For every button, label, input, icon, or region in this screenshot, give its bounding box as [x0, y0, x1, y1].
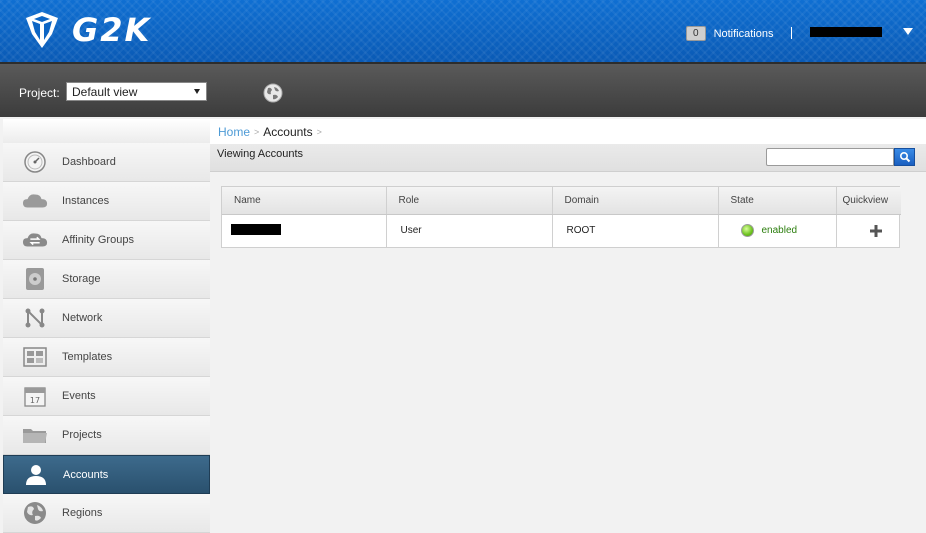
sidebar-item-instances[interactable]: Instances — [3, 182, 210, 221]
sidebar-item-dashboard[interactable]: Dashboard — [3, 143, 210, 182]
breadcrumb-separator-icon: > — [316, 126, 322, 137]
user-icon — [23, 462, 49, 488]
sidebar-item-projects[interactable]: Projects — [3, 416, 210, 455]
breadcrumb-home-link[interactable]: Home — [218, 125, 250, 139]
cell-quickview[interactable] — [836, 214, 901, 247]
search-icon — [899, 151, 910, 163]
globe-icon[interactable] — [263, 83, 283, 103]
breadcrumb-separator-icon: > — [254, 126, 260, 137]
sidebar-item-templates[interactable]: Templates — [3, 338, 210, 377]
project-select-value: Default view — [72, 85, 138, 99]
cell-name[interactable] — [222, 214, 387, 247]
notifications[interactable]: 0 Notifications — [686, 26, 773, 41]
sidebar-item-events[interactable]: 17 Events — [3, 377, 210, 416]
select-arrow-icon — [194, 89, 200, 94]
sidebar-item-label: Affinity Groups — [62, 234, 134, 246]
calendar-day: 17 — [30, 396, 40, 405]
breadcrumb-current[interactable]: Accounts — [263, 125, 312, 139]
table-header-row: Name Role Domain State Quickview — [222, 187, 901, 215]
cell-role: User — [386, 214, 553, 247]
cell-state: enabled — [718, 214, 837, 247]
quickview-button[interactable] — [851, 215, 902, 248]
search-button[interactable] — [894, 148, 915, 166]
sidebar-top — [3, 119, 210, 143]
page-title: Viewing Accounts — [217, 148, 304, 160]
sidebar-item-accounts[interactable]: Accounts — [3, 455, 210, 494]
user-menu-caret-icon[interactable] — [903, 28, 913, 35]
sidebar-item-label: Accounts — [63, 468, 109, 481]
column-header-quickview: Quickview — [836, 187, 901, 215]
sidebar-item-regions[interactable]: Regions — [3, 494, 210, 533]
top-header: G2K 0 Notifications — [0, 0, 926, 62]
plus-icon — [869, 224, 882, 237]
logo[interactable]: G2K — [22, 10, 151, 50]
user-name-redacted[interactable] — [810, 27, 882, 37]
sidebar-item-label: Events — [62, 390, 96, 402]
sidebar-item-label: Regions — [62, 507, 103, 519]
column-header-state[interactable]: State — [718, 187, 837, 215]
column-header-domain[interactable]: Domain — [552, 187, 719, 215]
status-enabled-icon — [740, 224, 754, 238]
main-content: Home > Accounts > Viewing Accounts Name … — [210, 119, 926, 533]
toolbar: Viewing Accounts — [210, 144, 926, 172]
network-icon — [22, 305, 48, 331]
calendar-icon: 17 — [22, 383, 48, 409]
sidebar-item-label: Storage — [62, 273, 101, 285]
dashboard-icon — [22, 149, 48, 175]
sidebar: Dashboard Instances Affinity Groups Stor… — [3, 119, 210, 533]
sidebar-item-label: Network — [62, 312, 103, 324]
project-bar: Project: Default view — [0, 62, 926, 117]
logo-mark-icon — [26, 12, 58, 48]
search-input[interactable] — [766, 148, 894, 166]
breadcrumb: Home > Accounts > — [210, 119, 926, 144]
disk-icon — [22, 266, 48, 292]
notifications-label: Notifications — [713, 27, 774, 40]
header-separator — [791, 27, 792, 39]
project-label: Project: — [19, 86, 60, 100]
project-select[interactable]: Default view — [66, 82, 207, 101]
sidebar-item-label: Templates — [62, 351, 113, 363]
affinity-icon — [22, 227, 48, 253]
sidebar-item-storage[interactable]: Storage — [3, 260, 210, 299]
cloud-icon — [22, 188, 48, 214]
globe-icon — [22, 500, 48, 526]
sidebar-item-affinity-groups[interactable]: Affinity Groups — [3, 221, 210, 260]
column-header-role[interactable]: Role — [386, 187, 553, 215]
sidebar-item-label: Dashboard — [62, 156, 116, 168]
templates-icon — [22, 344, 48, 370]
sidebar-item-network[interactable]: Network — [3, 299, 210, 338]
sidebar-item-label: Projects — [62, 429, 102, 441]
notifications-count-badge: 0 — [686, 26, 706, 41]
folder-icon — [22, 422, 48, 448]
cell-domain: ROOT — [552, 214, 719, 247]
sidebar-item-label: Instances — [62, 195, 110, 207]
account-name-redacted — [231, 223, 281, 235]
status-badge: enabled — [761, 225, 798, 237]
accounts-table: Name Role Domain State Quickview User RO… — [221, 186, 901, 248]
column-header-name[interactable]: Name — [222, 187, 387, 215]
table-row[interactable]: User ROOT enabled — [222, 214, 901, 247]
logo-text: G2K — [72, 11, 152, 49]
